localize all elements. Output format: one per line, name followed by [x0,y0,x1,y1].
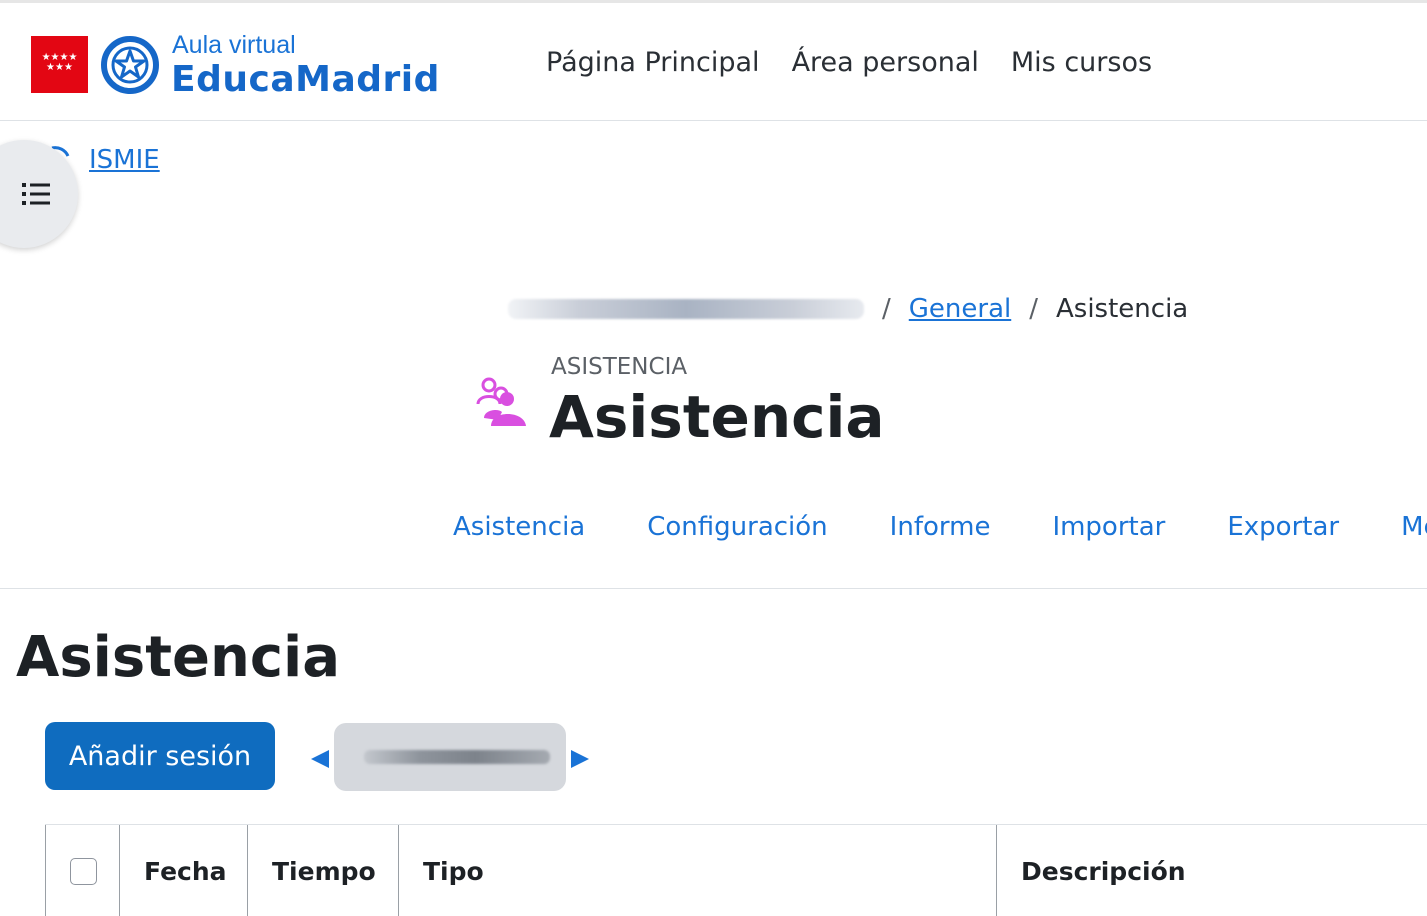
next-period-icon[interactable] [571,750,589,768]
tab-configuracion[interactable]: Configuración [647,512,827,552]
flag-stars: ★★★★ ★★★ [41,52,78,73]
educamadrid-star-icon [101,36,159,94]
secondary-navigation: Asistencia Configuración Informe Importa… [453,512,1427,552]
course-name-link[interactable]: ISMIE [89,145,160,175]
brand-subtitle: Aula virtual [172,31,296,59]
tab-informe[interactable]: Informe [890,512,991,552]
section-title: Asistencia [16,625,340,690]
brand-name: EducaMadrid [171,59,440,100]
breadcrumb-separator: / [882,294,891,324]
header-divider [0,588,1427,589]
nav-mis-cursos[interactable]: Mis cursos [1011,47,1152,78]
comunidad-madrid-flag-logo: ★★★★ ★★★ [31,36,88,93]
site-logo-link[interactable]: ★★★★ ★★★ Aula virtual EducaMadrid [31,30,441,100]
attendance-people-icon [476,377,526,426]
tab-asistencia[interactable]: Asistencia [453,512,585,552]
activity-type-label: ASISTENCIA [551,354,688,380]
tab-importar[interactable]: Importar [1052,512,1165,552]
page-title: Asistencia [549,383,885,451]
sessions-table: Fecha Tiempo Tipo Descripción [45,824,1427,916]
primary-navigation: Página Principal Área personal Mis curso… [546,47,1152,78]
period-selector-redacted[interactable] [334,723,566,791]
tab-mensaje[interactable]: Mensaje [1401,512,1427,552]
breadcrumb-course-redacted[interactable] [508,299,864,319]
select-all-checkbox[interactable] [70,857,97,885]
breadcrumb-item-general[interactable]: General [909,294,1011,324]
select-all-column [45,825,120,916]
secondary-navigation-container: Asistencia Configuración Informe Importa… [0,500,1427,560]
tab-exportar[interactable]: Exportar [1227,512,1339,552]
nav-area-personal[interactable]: Área personal [792,47,979,78]
nav-pagina-principal[interactable]: Página Principal [546,47,760,78]
add-session-button[interactable]: Añadir sesión [45,722,275,790]
breadcrumb-separator: / [1029,294,1038,324]
breadcrumb: / General / Asistencia [508,294,1188,324]
column-header-descripcion[interactable]: Descripción [996,825,1427,916]
period-value-redacted [364,750,550,764]
column-header-fecha[interactable]: Fecha [119,825,248,916]
list-icon [22,183,50,205]
top-navbar: ★★★★ ★★★ Aula virtual EducaMadrid Página… [0,0,1427,121]
column-header-tiempo[interactable]: Tiempo [247,825,398,916]
column-header-tipo[interactable]: Tipo [398,825,996,916]
breadcrumb-item-current: Asistencia [1056,294,1189,324]
previous-period-icon[interactable] [311,750,329,768]
